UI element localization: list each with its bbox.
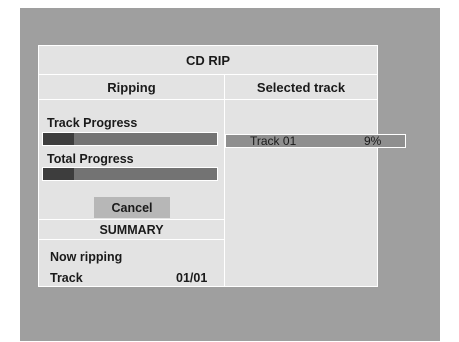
track-progress-fill — [43, 133, 75, 145]
selected-track-row[interactable]: Track 01 9% — [225, 134, 406, 148]
summary-track-value: 01/01 — [176, 271, 208, 285]
selected-track-name: Track 01 — [250, 134, 297, 148]
summary-header: SUMMARY — [39, 219, 224, 240]
column-divider — [224, 75, 225, 286]
ripping-header: Ripping — [39, 75, 224, 100]
selected-track-percent: 9% — [364, 134, 382, 148]
now-ripping-label: Now ripping — [50, 250, 123, 264]
track-progress-label: Track Progress — [47, 116, 138, 130]
selected-track-header: Selected track — [225, 75, 377, 100]
cancel-button[interactable]: Cancel — [94, 197, 170, 218]
summary-track-label: Track — [50, 271, 83, 285]
dialog-title: CD RIP — [39, 46, 377, 75]
total-progress-label: Total Progress — [47, 152, 134, 166]
total-progress-bar — [42, 167, 218, 181]
track-progress-bar — [42, 132, 218, 146]
cd-rip-dialog: CD RIP Ripping Selected track Track Prog… — [38, 45, 406, 287]
total-progress-fill — [43, 168, 75, 180]
